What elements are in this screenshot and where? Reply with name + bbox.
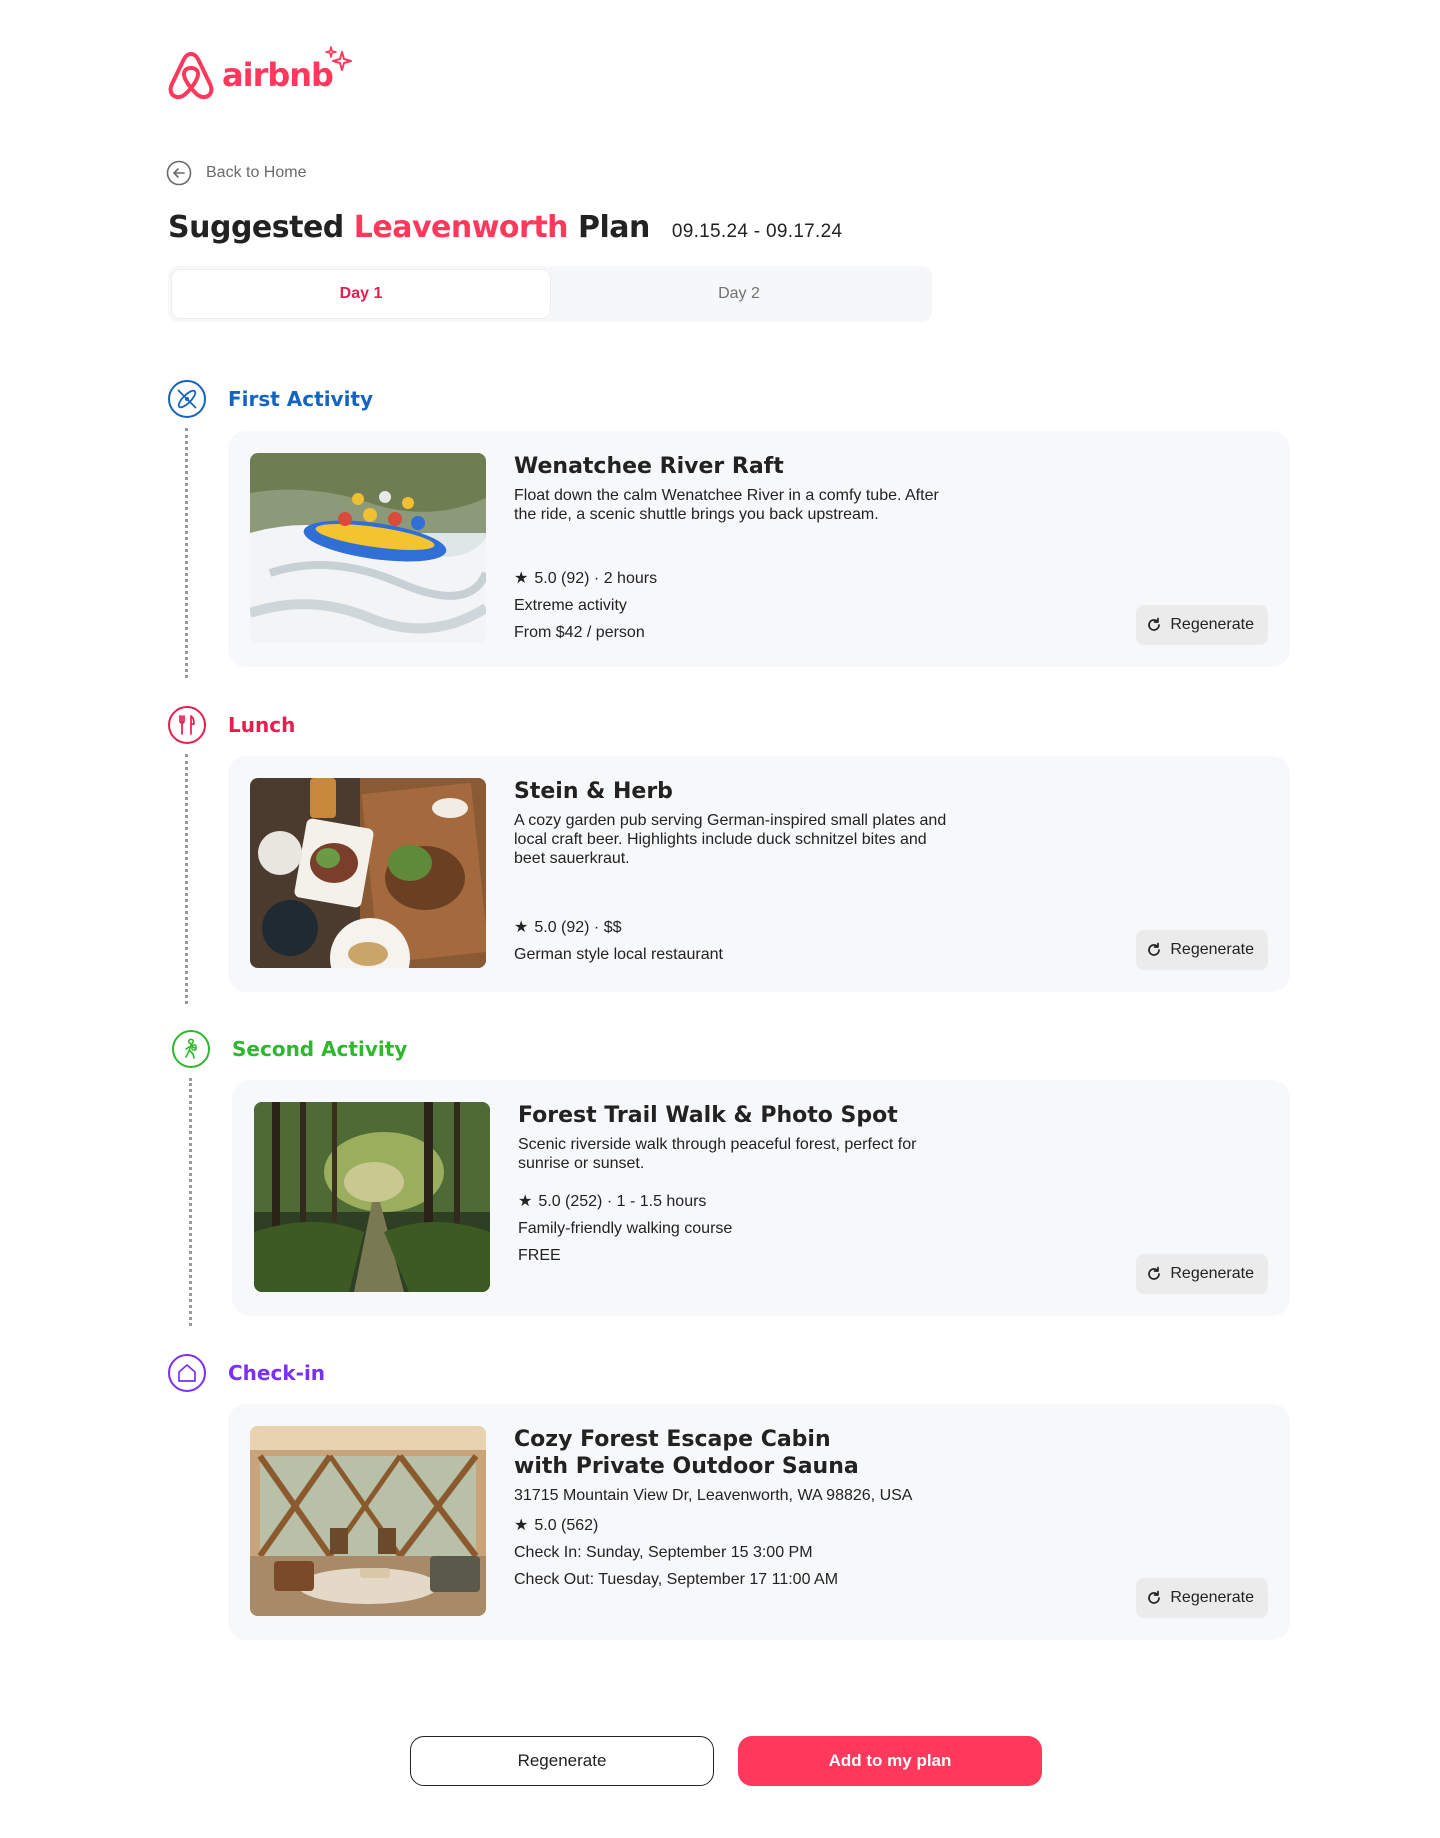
section-lunch: Lunch	[168, 706, 295, 744]
card-meta: ★ 5.0 (562) Check In: Sunday, September 1…	[514, 1512, 838, 1593]
star-icon: ★	[514, 1517, 529, 1534]
airbnb-belo-icon	[168, 52, 214, 100]
forest-trail-photo	[254, 1102, 490, 1292]
refresh-icon	[1146, 942, 1162, 958]
card-meta: ★ 5.0 (92) · $$ German style local restau…	[514, 914, 723, 968]
card-description: Scenic riverside walk through peaceful f…	[518, 1136, 917, 1172]
page-title: Suggested Leavenworth Plan 09.15.24 - 09…	[168, 210, 842, 245]
rafting-photo	[250, 453, 486, 643]
section-label: Lunch	[228, 713, 296, 737]
activity-card[interactable]: Forest Trail Walk & Photo Spot Scenic ri…	[232, 1080, 1290, 1316]
title-prefix: Suggested	[168, 210, 354, 245]
rating-text: 5.0 (92) · $$	[534, 919, 622, 936]
star-icon: ★	[514, 570, 529, 587]
tab-day-2[interactable]: Day 2	[550, 270, 928, 318]
section-label: Second Activity	[232, 1037, 408, 1061]
refresh-icon	[1146, 1266, 1162, 1282]
arrow-left-circle-icon	[166, 160, 192, 186]
section-first-activity: First Activity	[168, 380, 373, 418]
card-title[interactable]: Cozy Forest Escape Cabin with Private Out…	[514, 1426, 1260, 1480]
rating-row: ★ 5.0 (92) · 2 hours	[514, 565, 657, 592]
back-to-home-link[interactable]: Back to Home	[166, 160, 306, 186]
regenerate-button[interactable]: Regenerate	[1136, 605, 1268, 645]
card-description: A cozy garden pub serving German-inspire…	[514, 812, 947, 867]
meta-line: Extreme activity	[514, 597, 627, 614]
brand-name: airbnb	[222, 56, 334, 94]
rating-text: 5.0 (562)	[534, 1517, 599, 1534]
rating-row: ★ 5.0 (252) · 1 - 1.5 hours	[518, 1188, 732, 1215]
airbnb-logo[interactable]: airbnb	[166, 46, 352, 102]
regenerate-label: Regenerate	[1170, 1265, 1254, 1282]
card-meta: ★ 5.0 (252) · 1 - 1.5 hours Family-friend…	[518, 1188, 732, 1269]
card-body: Cozy Forest Escape Cabin with Private Out…	[514, 1426, 1260, 1505]
timeline-connector	[185, 754, 188, 1004]
rating-row: ★ 5.0 (562)	[514, 1512, 838, 1539]
meta-line: From $42 / person	[514, 624, 645, 641]
lodging-card[interactable]: Cozy Forest Escape Cabin with Private Out…	[228, 1404, 1290, 1640]
card-title[interactable]: Wenatchee River Raft	[514, 453, 1260, 480]
back-label: Back to Home	[206, 164, 307, 181]
rating-text: 5.0 (252) · 1 - 1.5 hours	[538, 1193, 707, 1210]
add-to-plan-button[interactable]: Add to my plan	[738, 1736, 1042, 1786]
card-description: Float down the calm Wenatchee River in a…	[514, 487, 939, 523]
card-meta: ★ 5.0 (92) · 2 hours Extreme activity Fro…	[514, 565, 657, 646]
utensils-icon	[168, 706, 206, 744]
card-body: Wenatchee River Raft Float down the calm…	[514, 453, 1260, 524]
activity-card[interactable]: Wenatchee River Raft Float down the calm…	[228, 431, 1290, 667]
card-body: Forest Trail Walk & Photo Spot Scenic ri…	[518, 1102, 1260, 1173]
restaurant-card[interactable]: Stein & Herb A cozy garden pub serving G…	[228, 756, 1290, 992]
card-title[interactable]: Stein & Herb	[514, 778, 1260, 805]
timeline-connector	[189, 1078, 192, 1326]
regenerate-label: Regenerate	[1170, 941, 1254, 958]
card-address: 31715 Mountain View Dr, Leavenworth, WA …	[514, 1487, 913, 1504]
regenerate-button[interactable]: Regenerate	[1136, 1578, 1268, 1618]
card-body: Stein & Herb A cozy garden pub serving G…	[514, 778, 1260, 868]
section-label: First Activity	[228, 387, 374, 411]
section-second-activity: Second Activity	[172, 1030, 407, 1068]
card-title[interactable]: Forest Trail Walk & Photo Spot	[518, 1102, 1260, 1129]
refresh-icon	[1146, 617, 1162, 633]
regenerate-button[interactable]: Regenerate	[1136, 930, 1268, 970]
home-icon	[168, 1354, 206, 1392]
date-range: 09.15.24 - 09.17.24	[671, 221, 843, 242]
card-title-line: with Private Outdoor Sauna	[514, 1454, 859, 1479]
meta-line: Family-friendly walking course	[518, 1220, 733, 1237]
cabin-photo	[250, 1426, 486, 1616]
hiker-icon	[172, 1030, 210, 1068]
card-title-line: Cozy Forest Escape Cabin	[514, 1427, 831, 1452]
section-check-in: Check-in	[168, 1354, 325, 1392]
plan-title: Suggested Leavenworth Plan	[168, 210, 650, 245]
regenerate-label: Regenerate	[1170, 616, 1254, 633]
star-icon: ★	[518, 1193, 533, 1210]
day-tabs: Day 1 Day 2	[168, 266, 932, 322]
section-label: Check-in	[228, 1361, 326, 1385]
meta-line: German style local restaurant	[514, 946, 723, 963]
regenerate-button[interactable]: Regenerate	[1136, 1254, 1268, 1294]
meta-line: Check Out: Tuesday, September 17 11:00 A…	[514, 1571, 839, 1588]
title-suffix: Plan	[568, 210, 650, 245]
tab-day-1[interactable]: Day 1	[172, 270, 550, 318]
regenerate-plan-button[interactable]: Regenerate	[410, 1736, 714, 1786]
star-icon: ★	[514, 919, 529, 936]
kayak-icon	[168, 380, 206, 418]
regenerate-label: Regenerate	[1170, 1589, 1254, 1606]
meta-line: FREE	[518, 1247, 561, 1264]
title-city: Leavenworth	[353, 210, 569, 245]
rating-text: 5.0 (92) · 2 hours	[534, 570, 658, 587]
rating-row: ★ 5.0 (92) · $$	[514, 914, 723, 941]
sparkle-icon	[325, 46, 352, 71]
refresh-icon	[1146, 1590, 1162, 1606]
meta-line: Check In: Sunday, September 15 3:00 PM	[514, 1544, 813, 1561]
food-photo	[250, 778, 486, 968]
timeline-connector	[185, 428, 188, 678]
